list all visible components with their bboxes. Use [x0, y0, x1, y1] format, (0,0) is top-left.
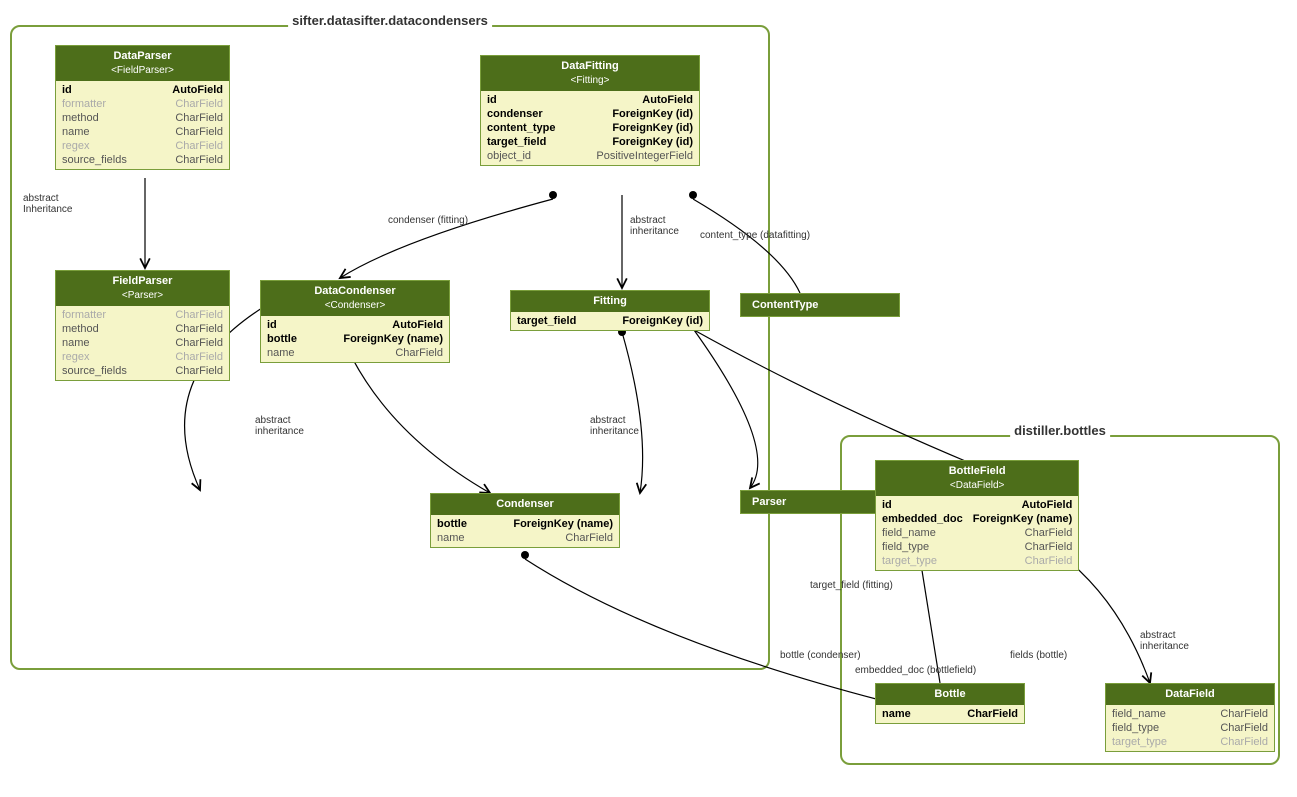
entity-fieldparser-stereotype: <Parser> — [62, 289, 223, 303]
entity-datafitting-body: id AutoField condenser ForeignKey (id) c… — [481, 91, 699, 165]
entity-dataparser-row-formatter: formatter CharField — [56, 97, 229, 111]
entity-dataparser-row-method: method CharField — [56, 111, 229, 125]
entity-fitting-name: Fitting — [517, 294, 703, 309]
entity-datafield-row-fieldname: field_name CharField — [1106, 707, 1274, 721]
label-abstract-inheritance-1: abstractInheritance — [23, 193, 72, 215]
entity-datafitting: DataFitting <Fitting> id AutoField conde… — [480, 55, 700, 166]
label-fields-bottle: fields (bottle) — [1010, 650, 1067, 661]
group-datacondensers-label: sifter.datasifter.datacondensers — [288, 13, 492, 28]
entity-bottlefield-row-fieldtype: field_type CharField — [876, 540, 1078, 554]
entity-dataparser-header: DataParser <FieldParser> — [56, 46, 229, 81]
entity-bottlefield-header: BottleField <DataField> — [876, 461, 1078, 496]
entity-dataparser: DataParser <FieldParser> id AutoField fo… — [55, 45, 230, 170]
entity-dataparser-row-source: source_fields CharField — [56, 153, 229, 167]
label-embedded-doc: embedded_doc (bottlefield) — [855, 665, 976, 676]
entity-dataparser-row-id: id AutoField — [56, 83, 229, 97]
entity-condenser-row-name: name CharField — [431, 531, 619, 545]
entity-fieldparser-row-regex: regex CharField — [56, 350, 229, 364]
entity-fieldparser: FieldParser <Parser> formatter CharField… — [55, 270, 230, 381]
entity-bottlefield-body: id AutoField embedded_doc ForeignKey (na… — [876, 496, 1078, 570]
entity-condenser-body: bottle ForeignKey (name) name CharField — [431, 515, 619, 547]
entity-datafitting-row-id: id AutoField — [481, 93, 699, 107]
entity-datafitting-header: DataFitting <Fitting> — [481, 56, 699, 91]
entity-fieldparser-row-method: method CharField — [56, 322, 229, 336]
entity-contenttype-label: ContentType — [741, 294, 899, 316]
label-abstract-inheritance-5: abstractinheritance — [1140, 630, 1189, 652]
entity-datacondenser-row-id: id AutoField — [261, 318, 449, 332]
entity-condenser-row-bottle: bottle ForeignKey (name) — [431, 517, 619, 531]
entity-bottle: Bottle name CharField — [875, 683, 1025, 724]
entity-bottlefield-name: BottleField — [882, 464, 1072, 479]
entity-datacondenser-body: id AutoField bottle ForeignKey (name) na… — [261, 316, 449, 362]
entity-bottlefield-row-fieldname: field_name CharField — [876, 526, 1078, 540]
entity-condenser: Condenser bottle ForeignKey (name) name … — [430, 493, 620, 548]
entity-datacondenser: DataCondenser <Condenser> id AutoField b… — [260, 280, 450, 363]
entity-contenttype: ContentType — [740, 293, 900, 317]
entity-fieldparser-row-formatter: formatter CharField — [56, 308, 229, 322]
entity-datacondenser-header: DataCondenser <Condenser> — [261, 281, 449, 316]
group-bottles-label: distiller.bottles — [1010, 423, 1110, 438]
entity-dataparser-name: DataParser — [62, 49, 223, 64]
entity-datacondenser-name: DataCondenser — [267, 284, 443, 299]
entity-fieldparser-row-source: source_fields CharField — [56, 364, 229, 378]
entity-datacondenser-row-bottle: bottle ForeignKey (name) — [261, 332, 449, 346]
entity-datafield-header: DataField — [1106, 684, 1274, 705]
entity-datafield: DataField field_name CharField field_typ… — [1105, 683, 1275, 752]
entity-datafield-row-fieldtype: field_type CharField — [1106, 721, 1274, 735]
entity-dataparser-body: id AutoField formatter CharField method … — [56, 81, 229, 169]
entity-datafitting-row-target: target_field ForeignKey (id) — [481, 135, 699, 149]
label-abstract-inheritance-3: abstractinheritance — [255, 415, 304, 437]
label-condenser-fitting: condenser (fitting) — [388, 215, 468, 226]
label-abstract-inheritance-4: abstractinheritance — [590, 415, 639, 437]
entity-datafitting-stereotype: <Fitting> — [487, 74, 693, 88]
entity-bottle-header: Bottle — [876, 684, 1024, 705]
label-bottle-condenser: bottle (condenser) — [780, 650, 861, 661]
entity-fieldparser-body: formatter CharField method CharField nam… — [56, 306, 229, 380]
entity-datafitting-row-condenser: condenser ForeignKey (id) — [481, 107, 699, 121]
entity-dataparser-row-name: name CharField — [56, 125, 229, 139]
entity-datafitting-row-content: content_type ForeignKey (id) — [481, 121, 699, 135]
entity-fitting-header: Fitting — [511, 291, 709, 312]
entity-fieldparser-name: FieldParser — [62, 274, 223, 289]
entity-datafield-name: DataField — [1112, 687, 1268, 702]
entity-bottlefield-stereotype: <DataField> — [882, 479, 1072, 493]
entity-datafield-body: field_name CharField field_type CharFiel… — [1106, 705, 1274, 751]
entity-bottlefield: BottleField <DataField> id AutoField emb… — [875, 460, 1079, 571]
entity-condenser-header: Condenser — [431, 494, 619, 515]
entity-bottle-body: name CharField — [876, 705, 1024, 723]
entity-datacondenser-row-name: name CharField — [261, 346, 449, 360]
entity-bottle-row-name: name CharField — [876, 707, 1024, 721]
label-content-type: content_type (datafitting) — [700, 230, 810, 241]
entity-datafield-row-targettype: target_type CharField — [1106, 735, 1274, 749]
label-abstract-inheritance-2: abstractinheritance — [630, 215, 679, 237]
label-target-field: target_field (fitting) — [810, 580, 893, 591]
entity-bottle-name: Bottle — [882, 687, 1018, 702]
entity-bottlefield-row-id: id AutoField — [876, 498, 1078, 512]
entity-bottlefield-row-embedded: embedded_doc ForeignKey (name) — [876, 512, 1078, 526]
entity-datafitting-row-object: object_id PositiveIntegerField — [481, 149, 699, 163]
diagram-canvas: sifter.datasifter.datacondensers distill… — [0, 0, 1297, 797]
entity-dataparser-stereotype: <FieldParser> — [62, 64, 223, 78]
entity-condenser-name: Condenser — [437, 497, 613, 512]
entity-fitting-row-target: target_field ForeignKey (id) — [511, 314, 709, 328]
entity-fieldparser-row-name: name CharField — [56, 336, 229, 350]
entity-fitting-body: target_field ForeignKey (id) — [511, 312, 709, 330]
entity-bottlefield-row-targettype: target_type CharField — [876, 554, 1078, 568]
entity-dataparser-row-regex: regex CharField — [56, 139, 229, 153]
entity-datafitting-name: DataFitting — [487, 59, 693, 74]
entity-fitting: Fitting target_field ForeignKey (id) — [510, 290, 710, 331]
entity-fieldparser-header: FieldParser <Parser> — [56, 271, 229, 306]
entity-datacondenser-stereotype: <Condenser> — [267, 299, 443, 313]
